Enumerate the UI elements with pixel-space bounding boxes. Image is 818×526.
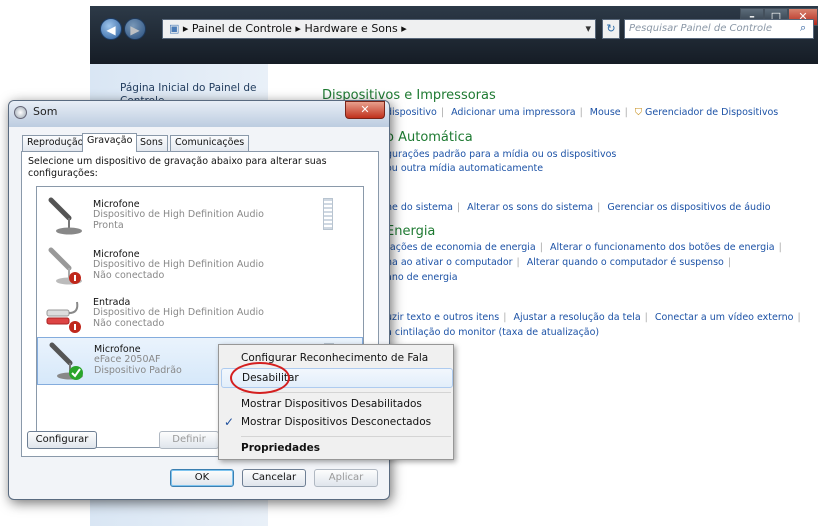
dialog-close-button[interactable]: ✕ — [345, 101, 385, 119]
device-status: Dispositivo Padrão — [94, 365, 182, 376]
microphone-icon — [48, 197, 82, 235]
section-power-links-2: ha ao ativar o computador | Alterar quand… — [386, 257, 732, 268]
speaker-icon — [14, 106, 27, 119]
device-status: Não conectado — [93, 318, 165, 329]
section-power-links-1: rações de economia de energia | Alterar o… — [386, 242, 782, 253]
breadcrumb-control-panel[interactable]: Painel de Controle — [192, 22, 292, 35]
cancel-button[interactable]: Cancelar — [242, 469, 306, 487]
link-refresh-rate[interactable]: a cintilação do monitor (taxa de atualiz… — [386, 327, 599, 338]
chevron-down-icon[interactable]: ▾ — [585, 20, 591, 38]
link-wake-password[interactable]: ha ao ativar o computador — [386, 257, 513, 268]
tab-recording[interactable]: Gravação — [82, 133, 138, 152]
folder-icon: ▣ — [169, 22, 180, 35]
link-device-manager[interactable]: Gerenciador de Dispositivos — [645, 107, 778, 118]
shield-icon: ⛉ — [634, 107, 642, 118]
breadcrumb-hardware[interactable]: Hardware e Sons — [304, 22, 397, 35]
address-bar[interactable]: ▣ ▸ Painel de Controle ▸ Hardware e Sons… — [162, 19, 596, 39]
dialog-title: Som — [9, 101, 389, 127]
section-power-title[interactable]: Energia — [386, 224, 435, 239]
device-status: Não conectado — [93, 270, 165, 281]
link-system-sounds[interactable]: Alterar os sons do sistema — [467, 202, 593, 213]
link-external-video[interactable]: Conectar a um vídeo externo — [655, 312, 794, 323]
jack-icon — [46, 301, 81, 333]
link-volume[interactable]: ne do sistema — [386, 202, 453, 213]
microphone-icon — [49, 342, 83, 380]
list-item[interactable]: Entrada Dispositivo de High Definition A… — [37, 291, 363, 339]
menu-item-show-disabled[interactable]: Mostrar Dispositivos Desabilitados — [241, 394, 422, 414]
device-desc: Dispositivo de High Definition Audio — [93, 209, 264, 220]
list-item[interactable]: Microfone Dispositivo de High Definition… — [37, 243, 363, 291]
microphone-icon — [48, 247, 82, 285]
section-devices-links: dispositivo | Adicionar uma impressora | M… — [386, 107, 779, 118]
highlight-ring — [230, 362, 290, 394]
section-sound-links: ne do sistema | Alterar os sons do sistem… — [386, 202, 771, 213]
apply-button[interactable]: Aplicar — [314, 469, 378, 487]
link-resolution[interactable]: Ajustar a resolução da tela — [513, 312, 640, 323]
link-sleep[interactable]: Alterar quando o computador é suspenso — [527, 257, 724, 268]
tab-sounds[interactable]: Sons — [135, 135, 168, 151]
link-power-economy[interactable]: rações de economia de energia — [386, 242, 536, 253]
tab-communications[interactable]: Comunicações — [170, 135, 250, 151]
instruction-text: Selecione um dispositivo de gravação aba… — [28, 156, 327, 179]
section-display-links: uzir texto e outros itens | Ajustar a res… — [386, 312, 801, 323]
device-desc: Dispositivo de High Definition Audio — [93, 307, 264, 318]
forward-icon[interactable]: ▶ — [124, 18, 146, 40]
search-input[interactable]: Pesquisar Painel de Controle — [624, 19, 814, 39]
list-item[interactable]: Microfone Dispositivo de High Definition… — [37, 193, 363, 241]
tab-playback[interactable]: Reprodução — [22, 135, 89, 151]
search-icon[interactable]: ⌕ — [800, 21, 806, 35]
link-power-buttons[interactable]: Alterar o funcionamento dos botões de en… — [550, 242, 775, 253]
device-status: Pronta — [93, 220, 124, 231]
menu-item-properties[interactable]: Propriedades — [241, 438, 320, 458]
link-device[interactable]: dispositivo — [386, 107, 437, 118]
device-desc: eFace 2050AF — [94, 354, 161, 365]
link-autoplay-media[interactable]: ou outra mídia automaticamente — [386, 163, 543, 174]
link-audio-devices[interactable]: Gerenciar os dispositivos de áudio — [607, 202, 770, 213]
menu-item-show-disconnected[interactable]: Mostrar Dispositivos Desconectados — [241, 412, 431, 432]
link-text-size[interactable]: uzir texto e outros itens — [386, 312, 499, 323]
link-power-plan[interactable]: ano de energia — [386, 272, 458, 283]
link-mouse[interactable]: Mouse — [590, 107, 621, 118]
ok-button[interactable]: OK — [170, 469, 234, 487]
level-meter — [323, 198, 333, 230]
checkmark-icon: ✓ — [224, 415, 235, 429]
configure-button[interactable]: Configurar — [27, 431, 97, 449]
menu-separator — [241, 436, 451, 437]
section-autoplay-title[interactable]: o Automática — [386, 130, 473, 145]
title-bar: – □ ✕ ◀ ▶ ▣ ▸ Painel de Controle ▸ Hardw… — [90, 6, 818, 64]
link-autoplay-defaults[interactable]: gurações padrão para a mídia ou os dispo… — [386, 149, 616, 160]
set-default-button[interactable]: Definir — [159, 431, 219, 449]
link-add-printer[interactable]: Adicionar uma impressora — [451, 107, 575, 118]
back-icon[interactable]: ◀ — [100, 18, 122, 40]
device-desc: Dispositivo de High Definition Audio — [93, 259, 264, 270]
refresh-icon[interactable]: ↻ — [602, 19, 620, 39]
